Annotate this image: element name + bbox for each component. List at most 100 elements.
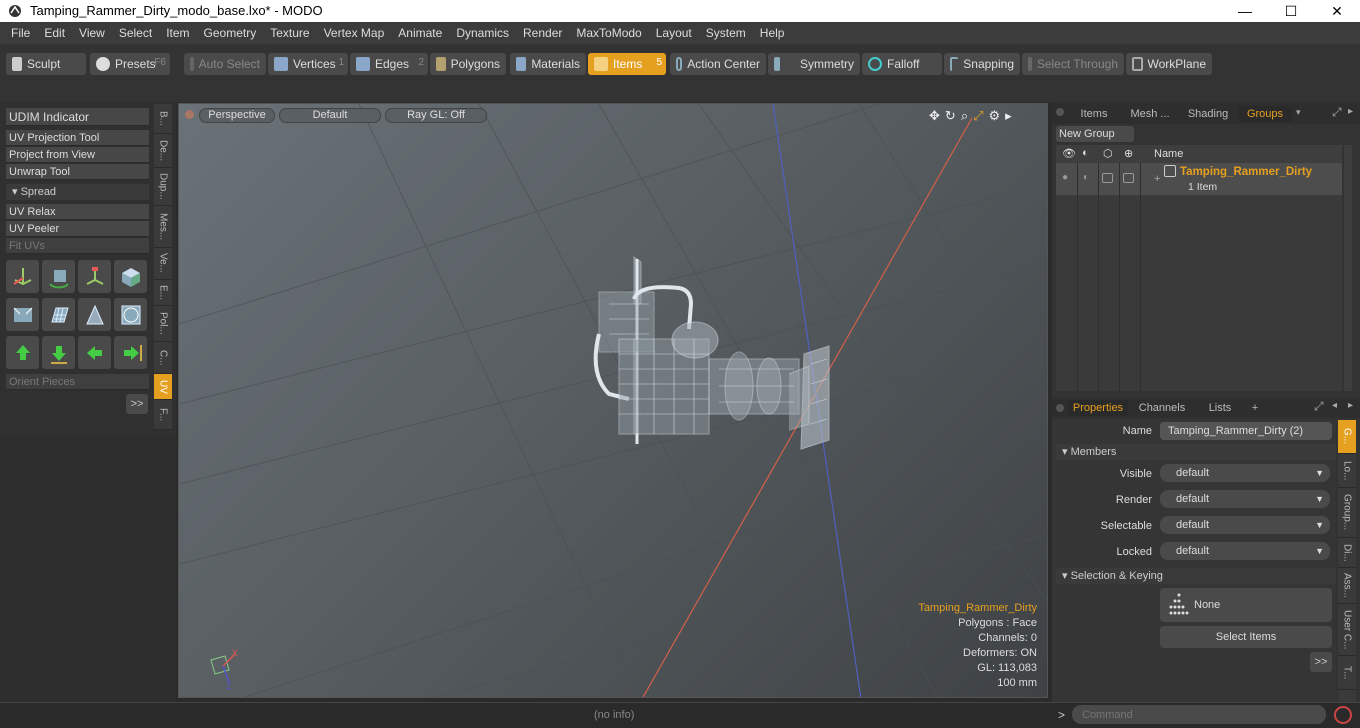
action-center-button[interactable]: Action Center [670,53,766,75]
expand-plus-icon[interactable]: + [1154,173,1160,185]
menu-system[interactable]: System [699,26,753,40]
visibility-eye-icon[interactable]: 👁 [1062,147,1076,160]
falloff-button[interactable]: Falloff [862,53,942,75]
command-input[interactable] [1072,705,1326,724]
side-tab-group-settings[interactable]: Group... [1338,488,1356,538]
uv-transform-tool-icon[interactable] [114,260,147,293]
rotate-icon[interactable]: ↻ [945,108,956,124]
members-section[interactable]: ▾ Members [1056,444,1336,460]
side-tab-user-channels[interactable]: User C... [1338,604,1356,656]
default-shading-button[interactable]: Default [279,108,381,123]
selection-keying-section[interactable]: ▾ Selection & Keying [1056,568,1336,584]
side-tab-uv[interactable]: UV [154,374,172,400]
lock-icon[interactable]: ⊕ [1124,147,1133,160]
expand-properties-icon[interactable]: ⤢ [1314,399,1324,414]
select-items-button[interactable]: Select Items [1160,626,1332,648]
tab-dropdown-icon[interactable]: ▾ [1296,107,1301,118]
panel-arrow-icon[interactable]: ▸ [1348,106,1353,117]
visible-dropdown[interactable]: default ▼ [1160,464,1330,482]
name-field[interactable]: Tamping_Rammer_Dirty (2) [1160,422,1332,440]
side-tab-assembly[interactable]: Ass... [1338,568,1356,604]
expand-panel-icon[interactable]: ⤢ [1332,105,1342,120]
side-tab-tags[interactable]: T... [1338,656,1356,690]
row-lock-checkbox[interactable] [1123,173,1134,183]
presets-button[interactable]: Presets F6 [90,53,170,75]
side-tab-curve[interactable]: C... [154,342,172,374]
udim-indicator-button[interactable]: UDIM Indicator [6,108,149,126]
menu-animate[interactable]: Animate [391,26,449,40]
menu-help[interactable]: Help [753,26,792,40]
raygl-button[interactable]: Ray GL: Off [385,108,487,123]
move-left-arrow-icon[interactable] [78,336,111,369]
uv-relax-button[interactable]: UV Relax [6,204,149,220]
side-tab-deform[interactable]: De... [154,134,172,168]
maximize-button[interactable]: ☐ [1268,0,1314,22]
sculpt-button[interactable]: Sculpt [6,53,86,75]
row-selectable-checkbox[interactable] [1102,173,1113,183]
snapping-button[interactable]: Snapping [944,53,1020,75]
selectable-icon[interactable]: ⬡ [1103,147,1113,160]
move-right-arrow-icon[interactable] [114,336,147,369]
uv-unwrap-icon[interactable] [6,298,39,331]
new-group-button[interactable]: New Group [1056,126,1134,142]
menu-render[interactable]: Render [516,26,569,40]
spread-section[interactable]: ▾ Spread [6,184,149,200]
menu-view[interactable]: View [72,26,112,40]
tab-groups[interactable]: Groups [1238,106,1292,122]
uv-sphere-icon[interactable] [114,298,147,331]
tab-properties[interactable]: Properties [1068,400,1128,416]
side-tab-edge[interactable]: E... [154,280,172,306]
auto-select-button[interactable]: Auto Select [184,53,266,75]
side-tab-locator[interactable]: Lo... [1338,454,1356,488]
locked-dropdown[interactable]: default ▼ [1160,542,1330,560]
uv-grid-icon[interactable] [42,298,75,331]
side-tab-fusion[interactable]: F... [154,400,172,430]
menu-vertex-map[interactable]: Vertex Map [317,26,392,40]
viewport-menu-icon[interactable] [185,110,194,119]
polygons-button[interactable]: Polygons [430,53,506,75]
viewport-settings-gear-icon[interactable]: ⚙ [989,108,1001,124]
menu-select[interactable]: Select [112,26,159,40]
move-down-arrow-icon[interactable] [42,336,75,369]
tab-channels[interactable]: Channels [1132,400,1192,416]
close-button[interactable]: ✕ [1314,0,1360,22]
menu-edit[interactable]: Edit [37,26,72,40]
uv-scale-tool-icon[interactable] [78,260,111,293]
render-dropdown[interactable]: default ▼ [1160,490,1330,508]
key-state-button[interactable]: None [1160,588,1332,622]
materials-button[interactable]: Materials [510,53,586,75]
uv-rotate-tool-icon[interactable] [42,260,75,293]
groups-scrollbar[interactable] [1344,145,1352,391]
menu-texture[interactable]: Texture [263,26,316,40]
record-icon[interactable] [1334,706,1352,724]
symmetry-button[interactable]: Symmetry [768,53,860,75]
side-tab-duplicate[interactable]: Dup... [154,168,172,206]
row-render-icon[interactable]: ◐ [1083,172,1089,183]
maximize-viewport-icon[interactable]: ⤢ [973,108,983,124]
menu-layout[interactable]: Layout [649,26,699,40]
menu-file[interactable]: File [4,26,37,40]
more-tools-button[interactable]: >> [126,394,148,414]
vertices-button[interactable]: Vertices 1 [268,53,348,75]
menu-dynamics[interactable]: Dynamics [449,26,516,40]
render-icon[interactable]: ◐ [1082,147,1089,159]
panel-menu-icon[interactable] [1056,108,1064,116]
side-tab-display[interactable]: Di... [1338,538,1356,568]
side-tab-vertex[interactable]: Ve... [154,248,172,280]
menu-maxtomodo[interactable]: MaxToModo [569,26,648,40]
items-button[interactable]: Items 5 [588,53,666,75]
pan-icon[interactable]: ✥ [929,108,940,124]
project-from-view-button[interactable]: Project from View [6,147,149,163]
select-through-button[interactable]: Select Through [1022,53,1124,75]
uv-pyramid-icon[interactable] [78,298,111,331]
selectable-dropdown[interactable]: default ▼ [1160,516,1330,534]
orient-pieces-button[interactable]: Orient Pieces [6,374,149,390]
unwrap-tool-button[interactable]: Unwrap Tool [6,164,149,180]
uv-projection-tool-button[interactable]: UV Projection Tool [6,130,149,146]
properties-left-arrow-icon[interactable]: ◂ [1332,400,1337,411]
properties-right-arrow-icon[interactable]: ▸ [1348,400,1353,411]
zoom-icon[interactable]: ⌕ [961,108,968,124]
tab-lists[interactable]: Lists [1196,400,1244,416]
uv-move-tool-icon[interactable] [6,260,39,293]
menu-geometry[interactable]: Geometry [197,26,264,40]
